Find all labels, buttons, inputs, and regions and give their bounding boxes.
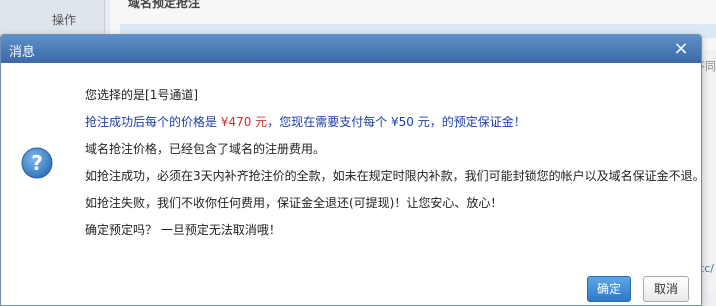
fail-rule-line: 如抢注失败，我们不收你任何费用，保证金全退还(可提现)！让您安心、放心！	[85, 196, 503, 210]
close-icon: ×	[673, 38, 689, 59]
svg-text:?: ?	[31, 151, 43, 175]
selected-prefix: 您选择的是	[85, 88, 146, 102]
success-rule-line: 如抢注成功，必须在3天内补齐抢注价的全款，如未在规定时限内补款，我们可能封锁您的…	[85, 169, 705, 183]
price-value: ¥470 元	[220, 115, 268, 129]
price-prefix: 抢注成功后每个的价格是	[85, 115, 221, 129]
selected-channel-line: 您选择的是[1号通道]	[85, 85, 685, 112]
question-icon: ?	[21, 147, 53, 179]
includes-fee-line: 域名抢注价格，已经包含了域名的注册费用。	[85, 142, 326, 156]
dialog-title: 消息	[9, 45, 36, 60]
selected-channel: [1号通道]	[145, 88, 199, 102]
price-line: 抢注成功后每个的价格是 ¥470 元，您现在需要支付每个 ¥50 元，的预定保证…	[85, 112, 685, 139]
dialog-titlebar[interactable]: 消息 ×	[1, 35, 701, 63]
message-dialog: 消息 × ? 您选择的是[1号通道] 抢注成功后每个的价格是 ¥470 元，您现…	[0, 34, 705, 306]
price-suffix: ，的预定保证金！	[429, 115, 526, 129]
page-title: 域名预定抢注	[128, 0, 201, 10]
confirm-button[interactable]: 确定	[587, 276, 631, 302]
sidebar-label-operations: 操作	[52, 13, 77, 27]
close-button[interactable]: ×	[671, 39, 691, 59]
dialog-content: 您选择的是[1号通道] 抢注成功后每个的价格是 ¥470 元，您现在需要支付每个…	[85, 85, 705, 247]
deposit-value: ¥50 元	[391, 115, 430, 129]
confirm-question-line: 确定预定吗？ 一旦预定无法取消哦！	[85, 223, 281, 237]
cancel-button[interactable]: 取消	[643, 276, 689, 302]
price-middle: ，您现在需要支付每个	[267, 115, 392, 129]
